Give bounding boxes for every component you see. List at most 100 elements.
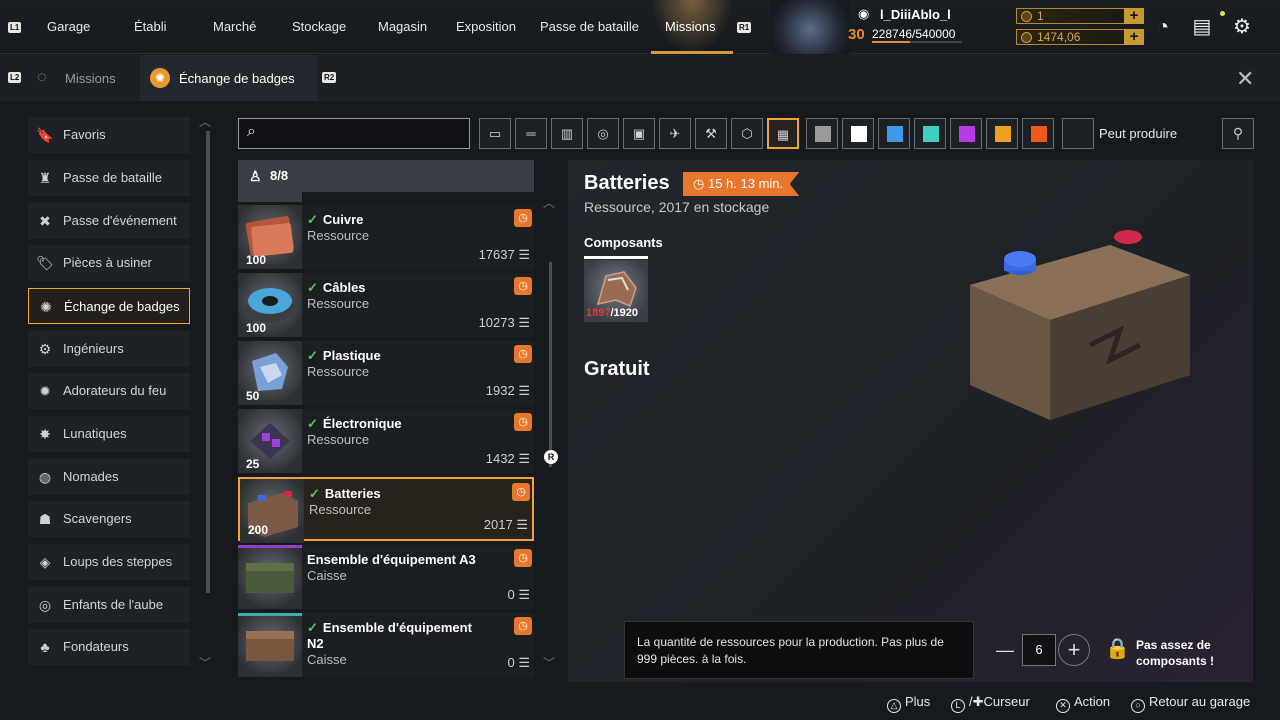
nav-exhibition[interactable]: Exposition xyxy=(456,19,516,34)
list-scroll-up-icon[interactable]: ︿ xyxy=(543,194,555,211)
list-item[interactable]: 25 ✓ Électronique Ressource 1432 ☰ ◷ xyxy=(238,409,534,473)
firestarters-icon: ✹ xyxy=(39,383,51,399)
filter-all-button[interactable]: ▦ xyxy=(767,118,799,149)
sidebar-item-bookmark[interactable]: 🔖 Favoris xyxy=(28,117,190,153)
notification-dot xyxy=(1220,11,1225,16)
add-gold-button[interactable]: + xyxy=(1124,29,1144,45)
rarity-special-filter[interactable] xyxy=(914,118,946,149)
item-name: ✓ Câbles xyxy=(307,280,487,296)
sidebar-scrollbar[interactable] xyxy=(206,131,210,593)
item-stock-count: 17637 ☰ xyxy=(479,247,530,263)
sidebar-item-badge-exchange[interactable]: ✺ Échange de badges xyxy=(28,288,190,324)
detail-title: Batteries xyxy=(584,172,670,194)
filter-weapons-button[interactable]: ═ xyxy=(515,118,547,149)
sidebar-item-dawns-children[interactable]: ◎ Enfants de l'aube xyxy=(28,587,190,623)
sidebar-item-steppenwolfs[interactable]: ◈ Loups des steppes xyxy=(28,544,190,580)
sidebar-item-founders[interactable]: ♣ Fondateurs xyxy=(28,629,190,665)
messages-icon[interactable]: ▤ xyxy=(1190,15,1214,39)
sidebar-item-scavengers[interactable]: ☗ Scavengers xyxy=(28,501,190,537)
storage-icon: ☰ xyxy=(518,451,530,466)
list-scroll-down-icon[interactable]: ﹀ xyxy=(543,654,555,671)
rarity-common-filter[interactable] xyxy=(806,118,838,149)
storage-icon: ☰ xyxy=(518,315,530,330)
lock-icon: 🔒 xyxy=(1105,638,1130,660)
sidebar-scroll-up-icon[interactable]: ︿ xyxy=(199,113,211,130)
nav-missions[interactable]: Missions xyxy=(665,19,716,34)
filter-frames-button[interactable]: ▣ xyxy=(623,118,655,149)
list-item[interactable]: 50 ✓ Plastique Ressource 1932 ☰ ◷ xyxy=(238,341,534,405)
timer-icon: ◷ xyxy=(514,617,532,635)
nav-shop[interactable]: Magasin xyxy=(378,19,427,34)
bookmark-icon: 🔖 xyxy=(36,127,54,143)
list-item[interactable]: 100 ✓ Câbles Ressource 10273 ☰ ◷ xyxy=(238,273,534,337)
detail-subtitle: Ressource, 2017 en stockage xyxy=(584,199,770,215)
app-root: L1 Garage Établi Marché Stockage Magasin… xyxy=(0,0,1280,720)
r-stick-hint: R xyxy=(544,450,558,464)
increase-quantity-button[interactable]: + xyxy=(1058,634,1090,666)
component-bar xyxy=(584,256,648,259)
sidebar-item-lunatics[interactable]: ✸ Lunatiques xyxy=(28,416,190,452)
timer-icon: ◷ xyxy=(514,209,532,227)
list-item[interactable]: Ensemble d'équipement A3 Caisse 0 ☰ ◷ xyxy=(238,545,534,609)
tab-badge-exchange[interactable]: Échange de badges xyxy=(179,71,295,86)
sidebar-item-tag[interactable]: 🏷 Pièces à usiner xyxy=(28,245,190,281)
filter-modules-button[interactable]: ▥ xyxy=(551,118,583,149)
sidebar-item-nomads[interactable]: ◍ Nomades xyxy=(28,459,190,495)
event-pass-icon: ✖ xyxy=(39,213,51,229)
footer-hint-action[interactable]: ✕ Action xyxy=(1056,694,1110,713)
check-icon: ✓ xyxy=(307,416,318,431)
sidebar-item-event-pass[interactable]: ✖ Passe d'événement xyxy=(28,203,190,239)
sidebar-item-engineers[interactable]: ⚙ Ingénieurs xyxy=(28,331,190,367)
footer-action-label: Action xyxy=(1074,694,1111,709)
filter-decor-button[interactable]: ✈ xyxy=(659,118,691,149)
gear-icon[interactable]: ⚙ xyxy=(1230,15,1254,39)
nav-workbench[interactable]: Établi xyxy=(134,19,167,34)
rarity-stripe xyxy=(238,613,302,616)
gold-value: 1474,06 xyxy=(1037,30,1081,44)
rarity-legendary-filter[interactable] xyxy=(986,118,1018,149)
player-portrait[interactable] xyxy=(770,0,850,54)
rarity-relic-filter[interactable] xyxy=(1022,118,1054,149)
filter-cabins-button[interactable]: ▭ xyxy=(479,118,511,149)
item-stock-count: 0 ☰ xyxy=(507,587,530,603)
item-list: 100 ✓ Cuivre Ressource 17637 ☰ ◷ 100 ✓ Câbles Res… xyxy=(238,192,534,678)
sidebar-item-label: Favoris xyxy=(63,127,106,142)
coins-counter: 1 + xyxy=(1016,8,1144,24)
sidebar-item-battle-pass[interactable]: ♜ Passe de bataille xyxy=(28,160,190,196)
battle-pass-icon: ♜ xyxy=(38,170,52,186)
filter-parts-button[interactable]: ⬡ xyxy=(731,118,763,149)
sidebar-item-firestarters[interactable]: ✹ Adorateurs du feu xyxy=(28,373,190,409)
speedometer-icon[interactable]: ◔ xyxy=(1151,15,1175,39)
list-item[interactable]: ✓ Ensemble d'équipement N2 Caisse 0 ☰ ◷ xyxy=(238,613,534,677)
check-icon: ✓ xyxy=(307,212,318,227)
list-item[interactable]: 200 ✓ Batteries Ressource 2017 ☰ ◷ xyxy=(238,477,534,543)
footer-hint-cursor[interactable]: L/✚Curseur xyxy=(951,694,1030,713)
nav-battle-pass[interactable]: Passe de bataille xyxy=(540,19,639,34)
badge-exchange-icon: ✺ xyxy=(40,299,52,315)
filter-wheels-button[interactable]: ◎ xyxy=(587,118,619,149)
add-coins-button[interactable]: + xyxy=(1124,8,1144,24)
search-field[interactable] xyxy=(269,123,459,145)
clear-filter-icon[interactable]: ⚲ xyxy=(1222,118,1254,149)
close-icon[interactable]: ✕ xyxy=(1236,66,1254,92)
rarity-white-filter[interactable] xyxy=(842,118,874,149)
rarity-rare-filter[interactable] xyxy=(878,118,910,149)
decrease-quantity-button[interactable]: — xyxy=(996,640,1014,661)
nav-storage[interactable]: Stockage xyxy=(292,19,346,34)
storage-icon: ☰ xyxy=(518,655,530,670)
filter-paint-button[interactable]: ⚒ xyxy=(695,118,727,149)
tab-missions[interactable]: Missions xyxy=(65,71,116,86)
quantity-input[interactable]: 6 xyxy=(1022,634,1056,666)
item-name: ✓ Électronique xyxy=(307,416,487,432)
nav-market[interactable]: Marché xyxy=(213,19,256,34)
components-label: Composants xyxy=(584,235,663,250)
footer-hint-back[interactable]: ○ Retour au garage xyxy=(1131,694,1250,713)
list-scrollbar[interactable] xyxy=(549,262,552,467)
can-produce-checkbox[interactable] xyxy=(1062,118,1094,149)
sidebar-scroll-down-icon[interactable]: ﹀ xyxy=(199,654,211,671)
nav-garage[interactable]: Garage xyxy=(47,19,90,34)
footer-hint-more[interactable]: △ Plus xyxy=(887,694,930,713)
rarity-epic-filter[interactable] xyxy=(950,118,982,149)
list-item[interactable]: 100 ✓ Cuivre Ressource 17637 ☰ ◷ xyxy=(238,205,534,269)
search-input[interactable]: ⌕ xyxy=(238,118,470,149)
